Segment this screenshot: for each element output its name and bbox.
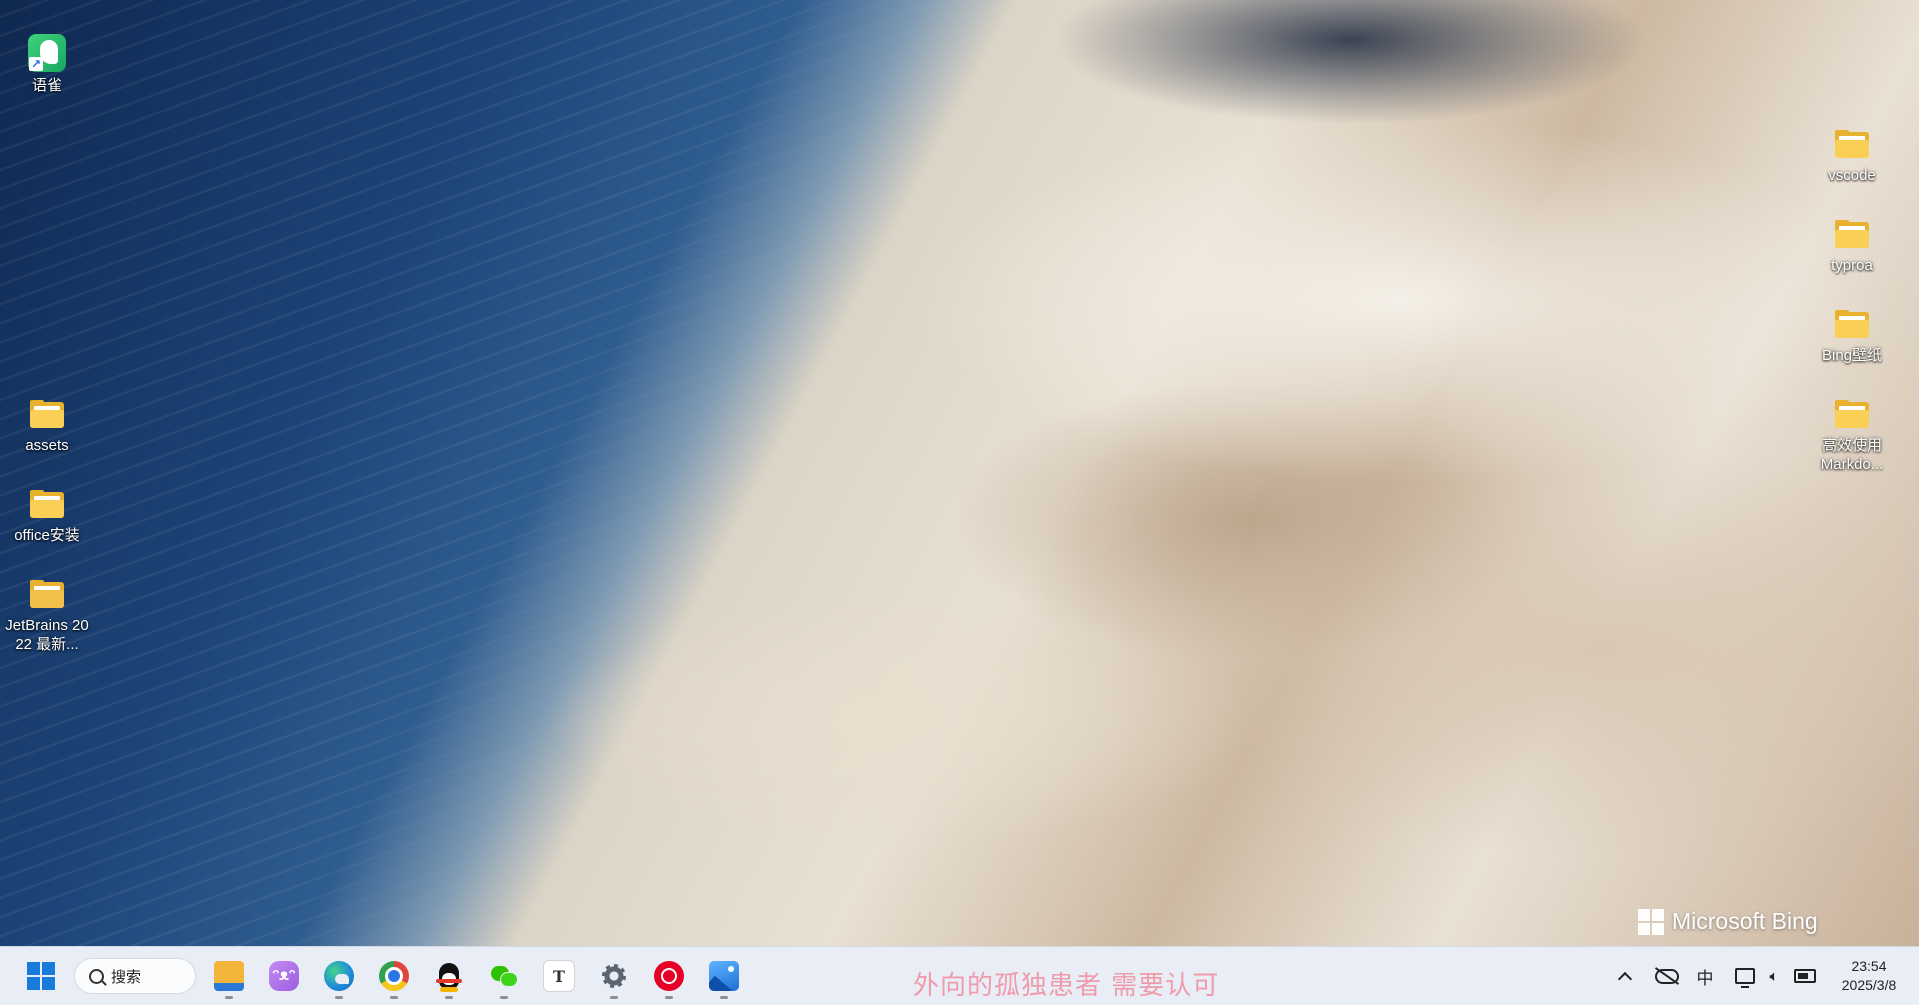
battery-charging-icon (1794, 969, 1816, 983)
desktop-icon-bing-wallpaper[interactable]: Bing壁纸 (1807, 304, 1897, 365)
desktop-icon-jetbrains[interactable]: JetBrains 2022 最新... (2, 574, 92, 654)
folder-icon (1833, 304, 1871, 342)
edge-icon (324, 961, 354, 991)
folder-icon (1833, 214, 1871, 252)
battery-button[interactable] (1791, 961, 1819, 991)
start-button[interactable] (20, 955, 62, 997)
show-hidden-icons-button[interactable] (1613, 961, 1637, 991)
wallpaper-waves (0, 0, 1919, 946)
windows-start-icon (27, 962, 55, 990)
taskbar-chrome[interactable] (373, 955, 415, 999)
desktop-icon-label: 语雀 (31, 77, 62, 94)
folder-icon (1833, 394, 1871, 432)
taskbar-clock[interactable]: 23:54 2025/3/8 (1824, 957, 1914, 995)
wechat-icon (489, 961, 519, 991)
chevron-up-icon (1617, 971, 1633, 987)
desktop-icon-label: assets (25, 437, 69, 454)
desktop-icon-markdown[interactable]: 高效使用 Markdo... (1807, 394, 1897, 474)
taskbar-wechat[interactable] (483, 955, 525, 999)
desktop-icon-label: Bing壁纸 (1821, 347, 1883, 364)
taskbar-netease-music[interactable] (648, 955, 690, 999)
folder-zip-icon (28, 574, 66, 612)
taskbar: 搜索 ᵔᴥᵔ T 外向的孤独患者 需要认可 中 🔈︎ 23:54 2025/3/… (0, 946, 1919, 1005)
typora-icon: T (543, 960, 575, 992)
desktop-icon-office[interactable]: office安装 (2, 484, 92, 545)
folder-icon (1833, 124, 1871, 162)
desktop-icon-label: vscode (1828, 167, 1876, 184)
search-icon (89, 969, 104, 984)
file-explorer-icon (214, 961, 244, 991)
settings-icon (599, 961, 629, 991)
clock-time: 23:54 (1851, 958, 1887, 974)
photos-icon (709, 961, 739, 991)
volume-button[interactable]: 🔈︎ (1762, 961, 1786, 991)
taskbar-typora[interactable]: T (538, 955, 580, 997)
speaker-icon: 🔈︎ (1769, 967, 1779, 985)
netease-music-icon (654, 961, 684, 991)
onedrive-offline-button[interactable] (1652, 961, 1682, 991)
bing-watermark: Microsoft Bing (1638, 908, 1818, 935)
taskbar-photos[interactable] (703, 955, 745, 999)
taskbar-cat-app[interactable]: ᵔᴥᵔ (263, 955, 305, 997)
desktop-icon-label: 高效使用 Markdo... (1820, 437, 1884, 473)
taskbar-search-box[interactable]: 搜索 (74, 958, 196, 994)
clock-date: 2025/3/8 (1841, 977, 1897, 993)
desktop-wallpaper: ↗ 语雀 assets office安装 JetBrains 2022 最新..… (0, 0, 1919, 946)
taskbar-edge[interactable] (318, 955, 360, 999)
taskbar-file-explorer[interactable] (208, 955, 250, 999)
desktop-icon-label: office安装 (14, 527, 80, 544)
cloud-offline-icon (1654, 966, 1680, 985)
marquee-text: 外向的孤独患者 需要认可 (913, 971, 1220, 1001)
folder-icon (28, 484, 66, 522)
yuque-shortcut-icon: ↗ (28, 34, 66, 72)
bing-watermark-text: Microsoft Bing (1672, 908, 1818, 934)
desktop-icon-label: JetBrains 2022 最新... (5, 617, 89, 653)
taskbar-settings[interactable] (593, 955, 635, 999)
desktop-icon-typroa[interactable]: typroa (1807, 214, 1897, 275)
qq-icon (434, 961, 464, 992)
cat-app-icon: ᵔᴥᵔ (269, 961, 299, 991)
desktop-icon-vscode[interactable]: vscode (1807, 124, 1897, 185)
ime-indicator[interactable]: 中 (1693, 961, 1717, 991)
desktop-icon-assets[interactable]: assets (2, 394, 92, 455)
desktop-icon-label: typroa (1831, 257, 1873, 274)
windows-logo-icon (1638, 908, 1664, 935)
search-label: 搜索 (111, 968, 142, 986)
taskbar-qq[interactable] (428, 955, 470, 999)
network-button[interactable] (1732, 961, 1758, 991)
network-monitor-icon (1735, 968, 1755, 988)
chrome-icon (379, 961, 409, 991)
desktop-icon-yuque[interactable]: ↗ 语雀 (2, 34, 92, 95)
folder-icon (28, 394, 66, 432)
